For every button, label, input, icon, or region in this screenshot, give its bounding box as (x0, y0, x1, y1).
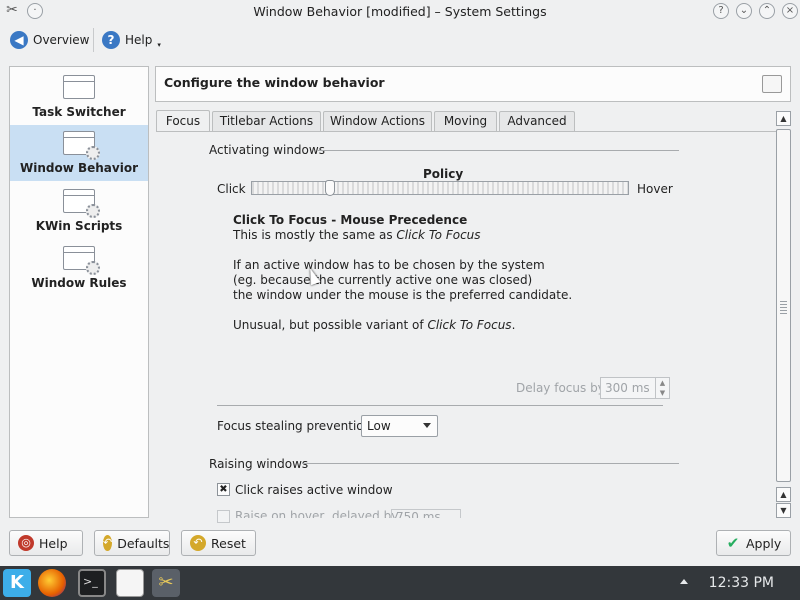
policy-description-line: This is mostly the same as Click To Focu… (233, 228, 481, 242)
window-settings-icon (762, 75, 782, 93)
sidebar-item-label: KWin Scripts (35, 219, 123, 233)
raise-delay-spinbox[interactable]: 750 ms (391, 509, 461, 518)
toolbar-separator (93, 28, 94, 52)
tab-focus[interactable]: Focus (156, 110, 210, 132)
scroll-up-icon[interactable]: ▲ (776, 111, 791, 126)
sidebar-item-window-behavior[interactable]: Window Behavior (10, 125, 148, 181)
help-button[interactable]: ◎ Help (9, 530, 83, 556)
minimize-icon[interactable]: ⌄ (736, 3, 752, 19)
scroll-down-icon[interactable]: ▼ (776, 503, 791, 518)
module-header: Configure the window behavior (155, 66, 791, 102)
reset-button[interactable]: ↶ Reset (181, 530, 256, 556)
window-behavior-icon (63, 131, 100, 160)
tab-advanced[interactable]: Advanced (499, 111, 575, 132)
defaults-button-label: Defaults (117, 535, 170, 551)
raising-windows-group-title: Raising windows (209, 457, 309, 471)
system-tray-expand-icon[interactable] (680, 579, 688, 584)
overview-label: Overview (33, 33, 90, 47)
help-lifebuoy-icon: ◎ (18, 535, 34, 551)
policy-description-title: Click To Focus - Mouse Precedence (233, 213, 468, 227)
toolbar: ◀ Overview ? Help ▾ (0, 24, 800, 56)
sidebar-item-label: Window Behavior (19, 161, 138, 175)
reset-undo-icon: ↶ (190, 535, 206, 551)
apply-button-label: Apply (746, 535, 782, 551)
focus-stealing-value: Low (367, 419, 391, 433)
scrollbar-thumb[interactable] (776, 129, 791, 482)
terminal-icon[interactable]: >_ (78, 569, 106, 597)
activating-windows-group-title: Activating windows (209, 143, 325, 157)
slider-max-label: Hover (637, 182, 673, 196)
window-rules-icon (63, 246, 100, 275)
group-separator (318, 150, 679, 151)
kwin-scripts-icon (63, 189, 100, 218)
slider-min-label: Click (217, 182, 246, 196)
sidebar-item-window-rules[interactable]: Window Rules (10, 240, 148, 296)
policy-label: Policy (423, 167, 464, 181)
slider-handle[interactable] (325, 180, 335, 196)
delay-focus-value: 300 ms (605, 381, 650, 395)
raise-on-hover-label: Raise on hover, delayed by (235, 509, 399, 518)
spin-arrows-icon[interactable]: ▲ ▼ (655, 378, 669, 398)
defaults-icon: ↶ (103, 535, 113, 551)
policy-description-line: the window under the mouse is the prefer… (233, 288, 573, 302)
help-icon: ? (102, 31, 120, 49)
checkmark-icon: ✔ (726, 534, 740, 552)
help-question-icon[interactable]: ? (713, 3, 729, 19)
focus-stealing-combobox[interactable]: Low (361, 415, 438, 437)
sidebar-item-kwin-scripts[interactable]: KWin Scripts (10, 183, 148, 239)
tab-window-actions[interactable]: Window Actions (323, 111, 432, 132)
clock[interactable]: 12:33 PM (709, 575, 774, 591)
delay-focus-spinbox[interactable]: 300 ms ▲ ▼ (600, 377, 670, 399)
page-title: Configure the window behavior (164, 75, 385, 90)
help-menu-button[interactable]: ? Help ▾ (102, 27, 161, 53)
window-title: Window Behavior [modified] – System Sett… (253, 4, 547, 19)
close-icon[interactable]: × (782, 3, 798, 19)
policy-description-line: If an active window has to be chosen by … (233, 258, 545, 272)
vertical-scrollbar[interactable]: ▲ ▲ ▼ (776, 111, 791, 518)
window-titlebar[interactable]: ✂ · Window Behavior [modified] – System … (0, 0, 800, 24)
raise-on-hover-checkbox[interactable] (217, 510, 230, 523)
click-raises-label: Click raises active window (235, 483, 393, 497)
focus-stealing-label: Focus stealing prevention (217, 419, 372, 433)
policy-description-line: (eg. because the currently active one wa… (233, 273, 533, 287)
text-editor-icon[interactable] (116, 569, 144, 597)
help-menu-label: Help (125, 33, 153, 47)
reset-button-label: Reset (211, 535, 246, 551)
group-separator (217, 405, 663, 406)
overview-button[interactable]: ◀ Overview (10, 27, 90, 53)
sidebar-item-label: Task Switcher (32, 105, 126, 119)
delay-focus-label: Delay focus by (516, 381, 605, 395)
system-settings-taskbar-icon[interactable]: ✂ (152, 569, 180, 597)
scroll-up-icon[interactable]: ▲ (776, 487, 791, 502)
back-arrow-icon: ◀ (10, 31, 28, 49)
taskbar: K >_ ✂ 12:33 PM (0, 566, 800, 600)
sidebar-item-task-switcher[interactable]: Task Switcher (10, 69, 148, 125)
chevron-down-icon (423, 423, 431, 428)
task-switcher-icon (63, 75, 95, 99)
category-sidebar: Task Switcher Window Behavior KWin Scrip… (9, 66, 149, 518)
sidebar-item-label: Window Rules (31, 276, 127, 290)
tab-titlebar-actions[interactable]: Titlebar Actions (212, 111, 321, 132)
focus-policy-slider[interactable] (251, 180, 629, 196)
policy-description-line: Unusual, but possible variant of Click T… (233, 318, 516, 332)
apply-button[interactable]: ✔ Apply (716, 530, 791, 556)
click-raises-checkbox[interactable]: ✖ (217, 483, 230, 496)
dropdown-indicator-icon: ▾ (157, 41, 161, 49)
group-separator (302, 463, 679, 464)
firefox-icon[interactable] (38, 569, 66, 597)
kde-launcher-icon[interactable]: K (3, 569, 31, 597)
tab-moving[interactable]: Moving (434, 111, 497, 132)
help-button-label: Help (39, 535, 68, 551)
maximize-icon[interactable]: ⌃ (759, 3, 775, 19)
defaults-button[interactable]: ↶ Defaults (94, 530, 170, 556)
